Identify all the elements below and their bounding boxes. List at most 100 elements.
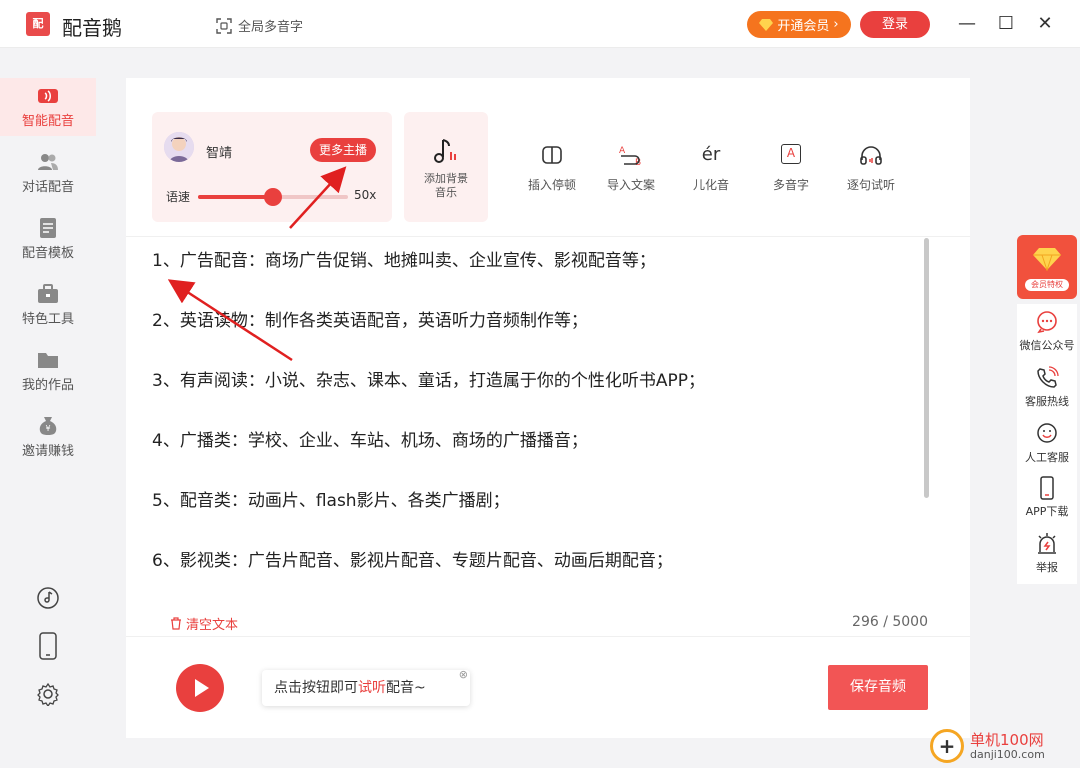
text-editor[interactable]: 1、广告配音：商场广告促销、地摊叫卖、企业宣传、影视配音等； 2、英语读物：制作… — [152, 246, 922, 606]
divider — [126, 236, 970, 237]
mobile-icon — [1040, 476, 1054, 500]
import-text-icon: AB — [619, 146, 641, 166]
app-logo: 配 — [26, 12, 50, 36]
music-note-icon — [434, 139, 456, 163]
report-button[interactable]: 举报 — [1017, 532, 1077, 575]
member-privileges-button[interactable]: 会员特权 — [1017, 235, 1077, 299]
voice-name: 智靖 — [206, 146, 233, 161]
sidebar-item-label: 我的作品 — [21, 378, 74, 393]
smile-chat-icon — [1037, 423, 1057, 443]
tip-prefix: 点击按钮即可 — [274, 680, 358, 696]
trash-icon — [171, 617, 181, 630]
app-title: 配音鹅 — [62, 16, 122, 40]
editor-scrollbar[interactable] — [924, 238, 929, 498]
text-line[interactable]: 1、广告配音：商场广告促销、地摊叫卖、企业宣传、影视配音等； — [152, 246, 922, 306]
music-link-icon[interactable] — [36, 586, 60, 610]
sidebar-item-my-works[interactable]: 我的作品 — [0, 342, 96, 400]
text-line[interactable]: 3、有声阅读：小说、杂志、课本、童话，打造属于你的个性化听书APP； — [152, 366, 922, 426]
voice-card[interactable]: 智靖 更多主播 语速 50x — [152, 112, 392, 222]
chevron-right-icon: › — [833, 17, 839, 32]
folder-icon — [38, 353, 58, 368]
right-item-label: 微信公众号 — [1019, 339, 1075, 352]
speed-slider-thumb[interactable] — [264, 188, 282, 206]
speed-slider-fill — [198, 195, 273, 199]
sidebar-item-label: 特色工具 — [21, 312, 74, 327]
right-item-label: 客服热线 — [1025, 395, 1069, 408]
save-audio-button[interactable]: 保存音频 — [828, 665, 928, 710]
sidebar-item-invite[interactable]: ¥ 邀请赚钱 — [0, 408, 96, 466]
tip-highlight: 试听 — [358, 680, 386, 696]
app-download-button[interactable]: APP下载 — [1017, 476, 1077, 519]
more-anchors-button[interactable]: 更多主播 — [310, 138, 376, 162]
global-polyphone-button[interactable]: 全局多音字 — [216, 16, 303, 35]
tool-label: 多音字 — [772, 178, 809, 192]
alert-icon — [1038, 533, 1056, 554]
money-bag-icon: ¥ — [39, 417, 57, 435]
tip-suffix: 配音~ — [386, 680, 426, 696]
template-icon — [40, 218, 56, 238]
minimize-button[interactable]: — — [955, 12, 979, 36]
settings-icon[interactable] — [36, 682, 60, 706]
play-button[interactable] — [176, 664, 224, 712]
chat-bubble-icon — [1037, 311, 1057, 334]
wechat-official-button[interactable]: 微信公众号 — [1017, 310, 1077, 353]
polyphone-button[interactable]: A 多音字 — [751, 144, 831, 193]
toolbox-icon — [38, 284, 58, 303]
speed-label: 语速 — [166, 190, 191, 204]
sidebar-item-smart-dubbing[interactable]: 智能配音 — [0, 78, 96, 136]
text-line[interactable]: 5、配音类：动画片、flash影片、各类广播剧； — [152, 486, 922, 546]
title-bar: 配 配音鹅 全局多音字 开通会员 › 登录 — ☐ ✕ — [0, 0, 1080, 48]
text-line[interactable]: 4、广播类：学校、企业、车站、机场、商场的广播播音； — [152, 426, 922, 486]
phone-icon[interactable] — [36, 632, 60, 660]
add-bgm-label: 添加背景音乐 — [424, 172, 468, 199]
sidebar-item-templates[interactable]: 配音模板 — [0, 210, 96, 268]
pause-icon — [542, 146, 562, 164]
speed-value: 50x — [354, 188, 377, 202]
import-text-button[interactable]: AB 导入文案 — [591, 144, 671, 193]
smart-dubbing-icon — [38, 89, 58, 103]
speed-slider[interactable] — [198, 188, 348, 206]
sidebar-item-label: 智能配音 — [21, 114, 74, 129]
phone-call-icon — [1037, 366, 1059, 388]
manual-service-button[interactable]: 人工客服 — [1017, 422, 1077, 465]
users-icon — [38, 154, 58, 170]
watermark-url: danji100.com — [970, 747, 1045, 761]
add-bgm-button[interactable]: 添加背景音乐 — [404, 112, 488, 222]
diamond-icon — [1033, 248, 1061, 271]
clear-text-button[interactable]: 清空文本 — [170, 614, 238, 633]
sidebar: 智能配音 对话配音 配音模板 特色工具 我的作品 ¥ 邀请赚钱 — [0, 78, 96, 768]
vip-button[interactable]: 开通会员 › — [747, 11, 851, 38]
maximize-button[interactable]: ☐ — [994, 12, 1018, 36]
hotline-button[interactable]: 客服热线 — [1017, 366, 1077, 409]
vip-label: 开通会员 — [777, 19, 830, 34]
sidebar-item-tools[interactable]: 特色工具 — [0, 276, 96, 334]
right-item-label: 举报 — [1036, 561, 1058, 574]
sidebar-item-dialogue[interactable]: 对话配音 — [0, 144, 96, 202]
clear-text-label: 清空文本 — [186, 618, 239, 633]
polyphone-icon: A — [781, 144, 801, 164]
login-button[interactable]: 登录 — [860, 11, 930, 38]
sentence-preview-button[interactable]: 逐句试听 — [831, 144, 911, 193]
divider — [126, 636, 970, 637]
close-button[interactable]: ✕ — [1033, 12, 1057, 36]
text-line[interactable]: 6、影视类：广告片配音、影视片配音、专题片配音、动画后期配音； — [152, 546, 922, 606]
sidebar-item-label: 配音模板 — [21, 246, 74, 261]
svg-text:¥: ¥ — [45, 424, 50, 433]
watermark: + 单机100网 danji100.com — [930, 724, 1080, 768]
diamond-icon — [759, 18, 774, 31]
sidebar-item-label: 对话配音 — [21, 180, 74, 195]
member-privileges-label: 会员特权 — [1025, 279, 1069, 291]
scan-icon — [216, 17, 232, 34]
watermark-title: 单机100网 — [970, 730, 1044, 749]
main-panel: 智靖 更多主播 语速 50x 添加背景音乐 插入停顿 AB 导入文案 ér 儿化… — [126, 78, 970, 738]
play-tip: 点击按钮即可试听配音~ ⊗ — [262, 668, 470, 706]
insert-pause-button[interactable]: 插入停顿 — [512, 144, 592, 193]
svg-text:A: A — [619, 146, 626, 156]
tool-label: 插入停顿 — [527, 178, 576, 192]
right-item-label: 人工客服 — [1025, 451, 1069, 464]
tip-close-icon[interactable]: ⊗ — [459, 668, 468, 682]
global-polyphone-label: 全局多音字 — [238, 20, 304, 35]
sidebar-item-label: 邀请赚钱 — [21, 444, 74, 459]
erhua-button[interactable]: ér 儿化音 — [671, 144, 751, 193]
text-line[interactable]: 2、英语读物：制作各类英语配音，英语听力音频制作等； — [152, 306, 922, 366]
